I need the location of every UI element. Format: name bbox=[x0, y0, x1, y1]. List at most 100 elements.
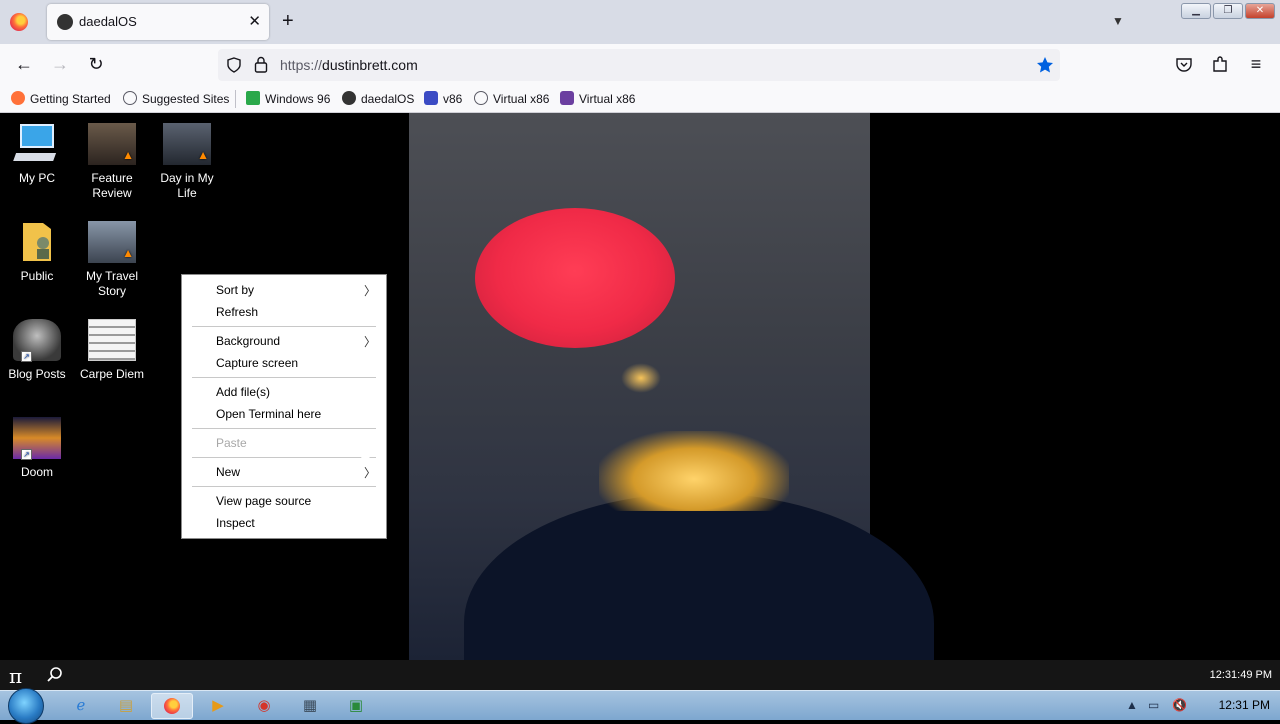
lock-icon[interactable] bbox=[254, 56, 268, 73]
daedalos-clock[interactable]: 12:31:49 PM bbox=[1210, 669, 1272, 681]
bookmark-windows-96[interactable]: Windows 96 bbox=[246, 91, 330, 106]
network-app-icon[interactable]: ▦ bbox=[289, 693, 331, 719]
volume-muted-icon[interactable]: 🔇 bbox=[1172, 698, 1187, 712]
forward-arrow-icon[interactable]: → bbox=[49, 54, 71, 75]
bookmark-getting-started[interactable]: Getting Started bbox=[11, 91, 111, 106]
chevron-right-icon: 〉 bbox=[363, 284, 376, 298]
menu-separator bbox=[192, 457, 376, 458]
chrome-icon[interactable]: ◉ bbox=[243, 693, 285, 719]
network-tray-icon[interactable]: ▭ bbox=[1148, 698, 1159, 712]
menu-separator bbox=[192, 326, 376, 327]
wallpaper-image bbox=[409, 113, 934, 660]
virtual-x86-icon bbox=[560, 91, 574, 105]
brain-scan-icon: ↗ bbox=[13, 319, 61, 362]
shortcut-arrow-icon: ↗ bbox=[21, 449, 32, 460]
daedalos-desktop[interactable]: My PC ▲ Feature Review ▲ Day in My Life … bbox=[0, 113, 1280, 660]
icon-label: Doom bbox=[20, 465, 53, 479]
globe-icon bbox=[123, 91, 137, 105]
hamburger-menu-icon[interactable]: ≡ bbox=[1245, 54, 1267, 75]
dark-hill bbox=[464, 493, 934, 660]
icon-label: Feature Review bbox=[91, 171, 133, 200]
url-bar[interactable]: https://dustinbrett.com bbox=[218, 49, 1060, 81]
desktop-icon-my-travel-story[interactable]: ▲ My Travel Story bbox=[77, 221, 147, 299]
tab-title: daedalOS bbox=[79, 14, 137, 29]
menu-item-capture-screen[interactable]: Capture screen bbox=[216, 356, 298, 370]
icon-label: My PC bbox=[19, 171, 55, 185]
pocket-icon[interactable] bbox=[1175, 56, 1193, 74]
folder-icon bbox=[13, 221, 61, 263]
extensions-puzzle-icon[interactable] bbox=[1211, 55, 1229, 73]
windows-start-orb-icon[interactable] bbox=[8, 688, 44, 724]
menu-item-paste: Paste bbox=[216, 436, 247, 450]
shield-icon[interactable] bbox=[226, 57, 242, 73]
vlc-cone-icon: ▲ bbox=[197, 148, 209, 162]
browser-tab[interactable]: daedalOS ✕ bbox=[47, 4, 269, 40]
windows-taskbar: ℯ ▤ ▶ ◉ ▦ ▣ ▲ ▭ 🔇 12:31 PM bbox=[0, 688, 1280, 724]
menu-item-view-page-source[interactable]: View page source bbox=[216, 494, 311, 508]
vlc-cone-icon: ▲ bbox=[122, 246, 134, 260]
desktop-icon-feature-review[interactable]: ▲ Feature Review bbox=[77, 123, 147, 201]
desktop-icon-doom[interactable]: ↗ Doom bbox=[2, 417, 72, 480]
desktop-context-menu: Sort by 〉 Refresh Background 〉 Capture s… bbox=[181, 274, 387, 539]
tab-close-icon[interactable]: ✕ bbox=[248, 12, 261, 30]
daedalos-start-button[interactable]: π bbox=[9, 664, 22, 688]
search-icon[interactable] bbox=[46, 666, 64, 684]
bookmark-suggested-sites[interactable]: Suggested Sites bbox=[123, 91, 229, 106]
computer-icon bbox=[13, 123, 61, 165]
red-moon bbox=[475, 208, 675, 348]
desktop-icon-public[interactable]: Public bbox=[2, 221, 72, 284]
bookmark-virtual-x86-1[interactable]: Virtual x86 bbox=[474, 91, 549, 106]
menu-item-open-terminal[interactable]: Open Terminal here bbox=[216, 407, 321, 421]
media-player-icon[interactable]: ▶ bbox=[197, 693, 239, 719]
desktop-icon-day-in-my-life[interactable]: ▲ Day in My Life bbox=[152, 123, 222, 201]
icon-label: Blog Posts bbox=[8, 367, 66, 381]
shortcut-arrow-icon: ↗ bbox=[21, 351, 32, 362]
daedalos-taskbar: π 12:31:49 PM bbox=[0, 660, 1280, 690]
chevron-down-icon[interactable]: ▼ bbox=[1112, 14, 1124, 28]
desktop-icon-blog-posts[interactable]: ↗ Blog Posts bbox=[2, 319, 72, 382]
browser-tab-bar: daedalOS ✕ + ▼ ▁ ❐ ✕ bbox=[0, 0, 1280, 44]
internet-explorer-icon[interactable]: ℯ bbox=[60, 693, 102, 719]
icon-label: Public bbox=[20, 269, 54, 283]
menu-item-inspect[interactable]: Inspect bbox=[216, 516, 255, 530]
tray-expand-icon[interactable]: ▲ bbox=[1126, 698, 1138, 712]
new-tab-button[interactable]: + bbox=[282, 11, 294, 31]
bookmarks-toolbar: Getting Started Suggested Sites Windows … bbox=[0, 86, 1280, 113]
back-arrow-icon[interactable]: ← bbox=[13, 54, 35, 75]
bookmark-v86[interactable]: v86 bbox=[424, 91, 462, 106]
doom-icon: ↗ bbox=[13, 417, 61, 460]
video-thumbnail-icon: ▲ bbox=[163, 123, 211, 165]
menu-separator bbox=[192, 428, 376, 429]
restore-button[interactable]: ❐ bbox=[1213, 3, 1243, 19]
minimize-button[interactable]: ▁ bbox=[1181, 3, 1211, 19]
menu-item-refresh[interactable]: Refresh bbox=[216, 305, 258, 319]
icon-label: Day in My Life bbox=[160, 171, 214, 200]
url-text[interactable]: https://dustinbrett.com bbox=[280, 57, 418, 73]
chevron-right-icon: 〉 bbox=[363, 466, 376, 480]
globe-icon bbox=[474, 91, 488, 105]
icon-label: Carpe Diem bbox=[79, 367, 145, 381]
reload-icon[interactable]: ↻ bbox=[85, 54, 107, 75]
window-close-button[interactable]: ✕ bbox=[1245, 3, 1275, 19]
bookmark-star-icon[interactable] bbox=[1036, 56, 1054, 74]
file-explorer-icon[interactable]: ▤ bbox=[105, 693, 147, 719]
firefox-taskbar-icon[interactable] bbox=[151, 693, 193, 719]
system-clock[interactable]: 12:31 PM bbox=[1219, 698, 1270, 712]
video-thumbnail-icon: ▲ bbox=[88, 221, 136, 263]
menu-separator bbox=[192, 377, 376, 378]
bookmark-virtual-x86-2[interactable]: Virtual x86 bbox=[560, 91, 635, 106]
windows96-icon bbox=[246, 91, 260, 105]
menu-item-sort-by[interactable]: Sort by bbox=[216, 283, 254, 297]
menu-item-background[interactable]: Background bbox=[216, 334, 280, 348]
firefox-logo-icon[interactable] bbox=[10, 13, 28, 31]
desktop-icon-my-pc[interactable]: My PC bbox=[2, 123, 72, 186]
daedalos-favicon-icon bbox=[57, 14, 73, 30]
chevron-right-icon: 〉 bbox=[363, 335, 376, 349]
desktop-icon-carpe-diem[interactable]: Carpe Diem bbox=[77, 319, 147, 382]
video-thumbnail-icon: ▲ bbox=[88, 123, 136, 165]
bookmark-daedalos[interactable]: daedalOS bbox=[342, 91, 414, 106]
menu-item-new[interactable]: New bbox=[216, 465, 240, 479]
lit-chapel bbox=[621, 363, 661, 393]
menu-item-add-files[interactable]: Add file(s) bbox=[216, 385, 270, 399]
app-window-icon[interactable]: ▣ bbox=[335, 693, 377, 719]
